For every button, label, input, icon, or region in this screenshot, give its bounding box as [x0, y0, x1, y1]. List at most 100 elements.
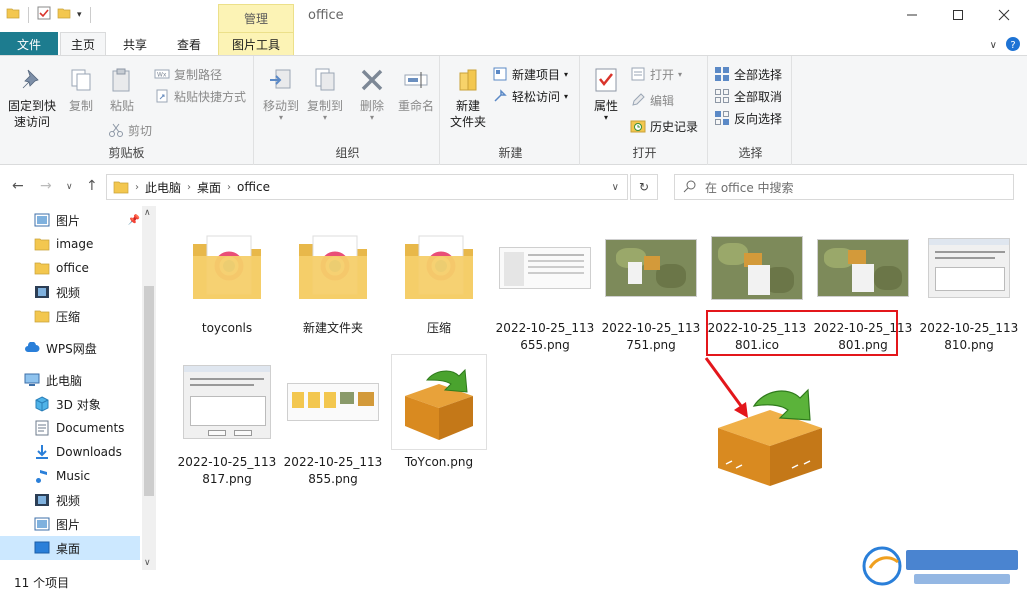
- chevron-down-icon[interactable]: ∨: [990, 40, 997, 51]
- sidebar-item-videos-quick[interactable]: 视频: [0, 280, 140, 304]
- select-all-label: 全部选择: [734, 67, 783, 82]
- invert-selection-button[interactable]: 反向选择: [714, 108, 782, 128]
- sidebar-item-wps-cloud[interactable]: WPS网盘: [0, 336, 140, 360]
- pin-icon: [16, 64, 48, 96]
- clipboard-group-label: 剪贴板: [108, 146, 145, 160]
- tab-file[interactable]: 文件: [0, 32, 58, 56]
- select-none-icon: [714, 88, 730, 104]
- close-button[interactable]: [981, 0, 1027, 30]
- tab-share[interactable]: 共享: [112, 32, 158, 56]
- delete-button[interactable]: 删除 ▾: [352, 64, 392, 122]
- folder-thumbnail: [179, 220, 275, 316]
- chevron-right-icon[interactable]: ›: [227, 182, 231, 193]
- pin-icon[interactable]: 📌: [128, 215, 140, 226]
- up-arrow-icon[interactable]: ↑: [86, 178, 98, 194]
- easy-access-button[interactable]: 轻松访问 ▾: [492, 86, 568, 106]
- file-item-image[interactable]: ToYcon.png: [386, 354, 492, 471]
- file-item-image[interactable]: 2022-10-25_113655.png: [492, 220, 598, 354]
- new-item-button[interactable]: 新建项目 ▾: [492, 64, 568, 84]
- chevron-right-icon[interactable]: ›: [135, 182, 139, 193]
- refresh-button[interactable]: ↻: [630, 174, 658, 200]
- copy-to-button[interactable]: 复制到 ▾: [304, 64, 346, 122]
- file-item-folder[interactable]: 新建文件夹: [280, 220, 386, 337]
- new-item-label: 新建项目: [512, 67, 561, 82]
- minimize-button[interactable]: [889, 0, 935, 30]
- copy-label: 复制: [68, 99, 93, 113]
- recent-chevron-down-icon[interactable]: ∨: [66, 182, 73, 192]
- image-thumbnail: [603, 220, 699, 316]
- cube-icon: [34, 396, 50, 412]
- easy-access-icon: [492, 88, 508, 104]
- sidebar-item-image[interactable]: image: [0, 232, 140, 256]
- organize-group-label: 组织: [335, 146, 360, 160]
- sidebar-item-3d-objects[interactable]: 3D 对象: [0, 392, 140, 416]
- properties-check-icon[interactable]: [37, 6, 51, 23]
- sidebar-item-compress[interactable]: 压缩: [0, 304, 140, 328]
- dialog-image: [928, 238, 1010, 298]
- sidebar-item-this-pc[interactable]: 此电脑: [0, 368, 140, 392]
- copy-button[interactable]: 复制: [62, 64, 100, 114]
- file-item-image[interactable]: 2022-10-25_113751.png: [598, 220, 704, 354]
- copy-path-button[interactable]: Wx 复制路径: [154, 64, 222, 84]
- chevron-down-icon: ▾: [564, 69, 569, 79]
- chevron-down-icon: ▾: [322, 113, 327, 122]
- sidebar-item-music[interactable]: Music: [0, 464, 140, 488]
- chevron-right-icon[interactable]: ›: [187, 182, 191, 193]
- file-item-image[interactable]: 2022-10-25_113810.png: [916, 220, 1022, 354]
- file-item-folder[interactable]: 压缩: [386, 220, 492, 337]
- paste-shortcut-button[interactable]: 粘贴快捷方式: [154, 86, 246, 106]
- cut-button[interactable]: 剪切: [108, 120, 152, 140]
- chevron-down-icon[interactable]: ▾: [77, 10, 82, 20]
- divider: [89, 6, 91, 23]
- file-item-image[interactable]: 2022-10-25_113817.png: [174, 354, 280, 488]
- edit-pencil-icon: [630, 92, 646, 108]
- sidebar-item-pictures-quick[interactable]: 图片 📌: [0, 208, 140, 232]
- sidebar-item-downloads[interactable]: Downloads: [0, 440, 140, 464]
- pin-quick-access-button[interactable]: 固定到快 速访问: [4, 64, 60, 130]
- paste-button[interactable]: 粘贴: [102, 64, 142, 114]
- history-button[interactable]: 历史记录: [630, 116, 698, 136]
- chevron-up-icon[interactable]: ∧: [144, 208, 151, 218]
- file-item-folder[interactable]: toyconls: [174, 220, 280, 337]
- new-folder-icon[interactable]: [57, 6, 71, 23]
- highlight-box: [706, 310, 898, 356]
- breadcrumb-desktop[interactable]: 桌面: [197, 179, 221, 196]
- new-folder-button[interactable]: 新建 文件夹: [446, 64, 490, 130]
- easy-access-label: 轻松访问: [512, 89, 561, 104]
- sidebar-item-label: 视频: [56, 493, 81, 508]
- properties-button[interactable]: 属性 ▾: [586, 64, 626, 122]
- address-bar[interactable]: › 此电脑 › 桌面 › office ∨: [106, 174, 628, 200]
- ribbon-controls: ∨ ?: [990, 36, 1021, 55]
- file-item-image[interactable]: 2022-10-25_113855.png: [280, 354, 386, 488]
- sidebar-item-videos[interactable]: 视频: [0, 488, 140, 512]
- sidebar-item-documents[interactable]: Documents: [0, 416, 140, 440]
- tab-picture-tools[interactable]: 图片工具: [218, 32, 294, 56]
- rename-button[interactable]: 重命名: [394, 64, 438, 114]
- edit-button[interactable]: 编辑: [630, 90, 674, 110]
- search-input[interactable]: 在 office 中搜索: [674, 174, 1014, 200]
- chevron-down-icon[interactable]: ∨: [144, 558, 151, 568]
- back-arrow-icon[interactable]: ←: [12, 178, 24, 194]
- breadcrumb-office[interactable]: office: [237, 180, 270, 194]
- maximize-button[interactable]: [935, 0, 981, 30]
- address-history-chevron-down-icon[interactable]: ∨: [612, 182, 619, 193]
- select-none-button[interactable]: 全部取消: [714, 86, 782, 106]
- help-icon[interactable]: ?: [1005, 36, 1021, 55]
- move-to-button[interactable]: 移动到 ▾: [260, 64, 302, 122]
- sidebar-item-label: Downloads: [56, 445, 122, 459]
- divider: [28, 6, 29, 23]
- forward-arrow-icon[interactable]: →: [40, 178, 52, 194]
- tab-home[interactable]: 主页: [60, 32, 106, 56]
- refresh-icon: ↻: [638, 180, 650, 194]
- sidebar-item-desktop[interactable]: 桌面: [0, 536, 140, 560]
- open-button[interactable]: 打开 ▾: [630, 64, 682, 84]
- breadcrumb-this-pc[interactable]: 此电脑: [145, 179, 181, 196]
- chevron-down-icon: ▾: [564, 91, 569, 101]
- sidebar-scroll-thumb[interactable]: [144, 286, 154, 496]
- sidebar-item-office[interactable]: office: [0, 256, 140, 280]
- select-all-button[interactable]: 全部选择: [714, 64, 782, 84]
- tab-view[interactable]: 查看: [166, 32, 212, 56]
- sidebar-item-pictures[interactable]: 图片: [0, 512, 140, 536]
- file-list-view: toyconls 新建文件夹 压缩 2022-10-25_113655.png …: [160, 206, 1027, 570]
- image-thumbnail: [921, 220, 1017, 316]
